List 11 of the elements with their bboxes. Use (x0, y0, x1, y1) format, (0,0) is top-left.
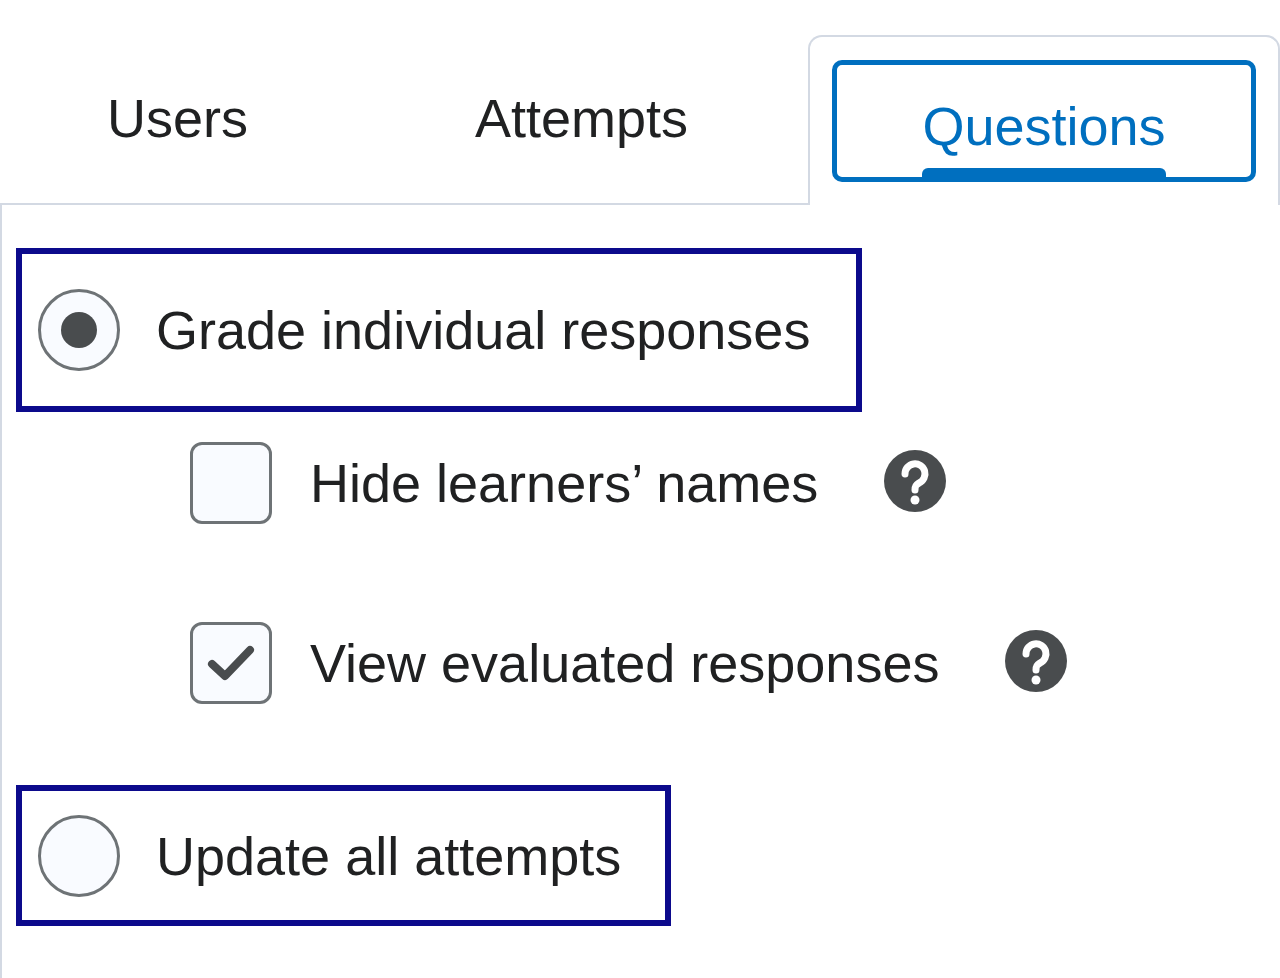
help-icon[interactable] (884, 450, 947, 512)
checkbox-label[interactable]: View evaluated responses (310, 632, 940, 694)
checkbox[interactable] (190, 442, 272, 524)
radio-label[interactable]: Update all attempts (156, 824, 622, 887)
checkmark-icon (206, 643, 256, 683)
tab[interactable]: Users (0, 35, 355, 205)
radio-label[interactable]: Grade individual responses (156, 299, 811, 361)
tab[interactable]: Questions (808, 35, 1280, 205)
checkbox[interactable] (190, 622, 272, 704)
help-icon[interactable] (1005, 630, 1068, 692)
checkbox-label[interactable]: Hide learners’ names (310, 452, 819, 514)
